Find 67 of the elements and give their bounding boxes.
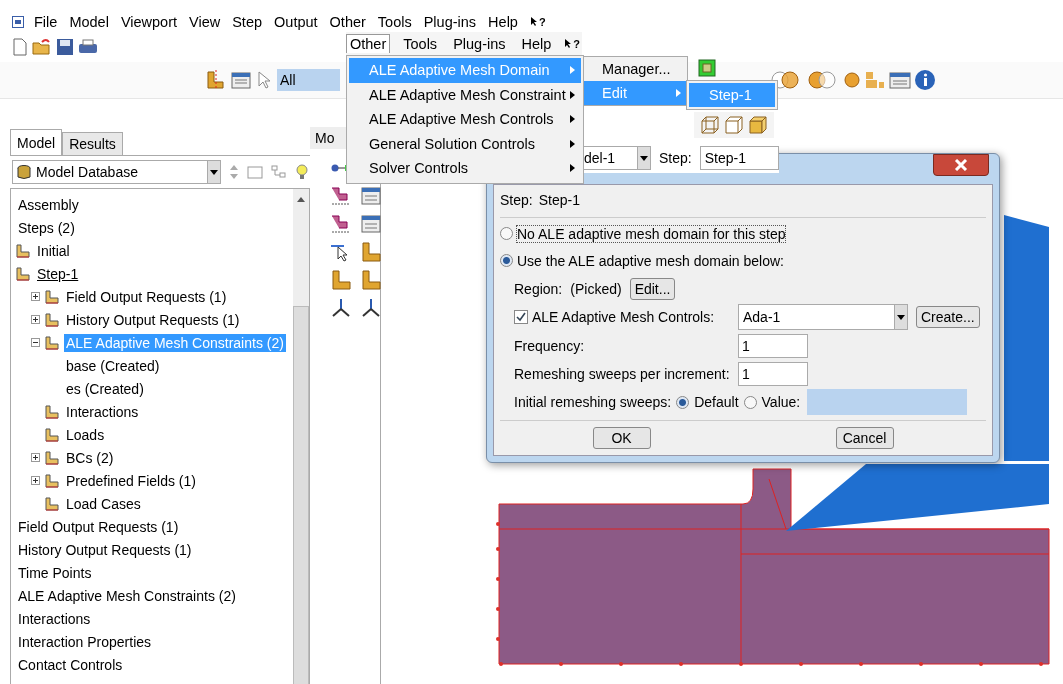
menu-item[interactable]: Tools — [377, 14, 412, 30]
menu-item[interactable]: Help — [488, 14, 518, 30]
step-label: Step: — [659, 150, 692, 166]
panel-tab[interactable]: Model — [10, 129, 63, 155]
menu-item[interactable]: Plug-ins — [423, 14, 477, 30]
help-pointer-button[interactable]: ? — [529, 16, 546, 28]
menu-item[interactable]: Solver Controls — [349, 156, 581, 181]
tree-item[interactable]: Initial — [35, 241, 72, 260]
step-label: Step: — [500, 192, 533, 208]
tree-item[interactable]: Step-1 — [35, 264, 81, 283]
tree-item[interactable]: Field Output Requests (1) — [64, 287, 229, 306]
create-button[interactable]: Create... — [916, 306, 980, 328]
menu-item[interactable]: File — [34, 14, 58, 30]
menu-item[interactable]: Other — [329, 14, 366, 30]
menu-item[interactable]: Other — [346, 34, 391, 53]
tree-item[interactable]: Time Points — [16, 563, 94, 582]
field-label: Remeshing sweeps per increment: — [514, 366, 731, 382]
tree-item[interactable]: Contact Controls — [16, 655, 125, 674]
menu-item[interactable]: Model — [69, 14, 109, 30]
tree-item[interactable]: Interactions — [16, 609, 93, 628]
checkbox-label[interactable]: ALE Adaptive Mesh Controls: — [532, 309, 715, 325]
radio-label[interactable]: Value: — [761, 394, 801, 410]
radio-label[interactable]: Use the ALE adaptive mesh domain below: — [517, 252, 784, 269]
panel-tab[interactable]: Results — [62, 132, 123, 155]
model-database-combo[interactable]: Model Database — [12, 160, 221, 184]
tree-item[interactable]: History Output Requests (1) — [64, 310, 242, 329]
tree-item[interactable]: BCs (2) — [64, 448, 116, 467]
tree-item[interactable]: Field Output Requests (1) — [16, 517, 181, 536]
menu-item[interactable]: ALE Adaptive Mesh Controls — [349, 107, 581, 132]
tree-item[interactable]: Steps (2) — [16, 218, 77, 237]
tree-item[interactable]: Interaction Properties — [16, 632, 154, 651]
tree-item[interactable]: History Output Requests (1) — [16, 540, 194, 559]
tree-item[interactable]: Load Cases — [64, 494, 143, 513]
menu-item[interactable]: Plug-ins — [450, 34, 509, 53]
mesh-controls-combo[interactable]: Ada-1 — [738, 304, 908, 330]
tree-item[interactable]: ALE Adaptive Mesh Constraints (2) — [16, 586, 238, 605]
menu-item[interactable]: Tools — [400, 34, 441, 53]
step-field[interactable]: Step-1 — [699, 146, 779, 170]
menu-item[interactable]: Viewport — [120, 14, 178, 30]
tree-item[interactable]: Assembly — [16, 195, 81, 214]
radio-label[interactable]: Default — [694, 394, 739, 410]
menu-item[interactable]: Manager... — [584, 57, 687, 81]
input-field[interactable]: 1 — [738, 362, 808, 386]
cancel-button[interactable]: Cancel — [835, 427, 894, 449]
field-label: Frequency: — [514, 338, 586, 354]
menu-item[interactable]: ALE Adaptive Mesh Constraint — [349, 82, 581, 107]
help-pointer-button[interactable]: ? — [564, 37, 581, 50]
menu-item[interactable]: View — [189, 14, 221, 30]
radio-label[interactable]: No ALE adaptive mesh domain for this step — [517, 225, 786, 242]
field-label: Initial remeshing sweeps: — [514, 394, 672, 410]
selection-filter-field[interactable]: All — [277, 69, 340, 91]
region-label: Region: — [514, 281, 563, 297]
tree-item[interactable]: base (Created) — [64, 356, 162, 375]
edit-button[interactable]: Edit... — [629, 278, 676, 300]
ok-button[interactable]: OK — [592, 427, 651, 449]
module-tab[interactable]: Mo — [310, 127, 348, 149]
tree-item[interactable]: Interactions — [64, 402, 141, 421]
menu-item[interactable]: General Solution Controls — [349, 131, 581, 156]
menu-item[interactable]: Step — [232, 14, 263, 30]
menu-item[interactable]: Help — [518, 34, 555, 53]
tree-item[interactable]: Predefined Fields (1) — [64, 471, 198, 490]
step-value: Step-1 — [538, 192, 580, 208]
tree-item[interactable]: Loads — [64, 425, 107, 444]
tree-item[interactable]: es (Created) — [64, 379, 146, 398]
input-field[interactable]: 1 — [738, 334, 808, 358]
menu-item[interactable]: Output — [274, 14, 318, 30]
region-value: (Picked) — [570, 281, 622, 297]
